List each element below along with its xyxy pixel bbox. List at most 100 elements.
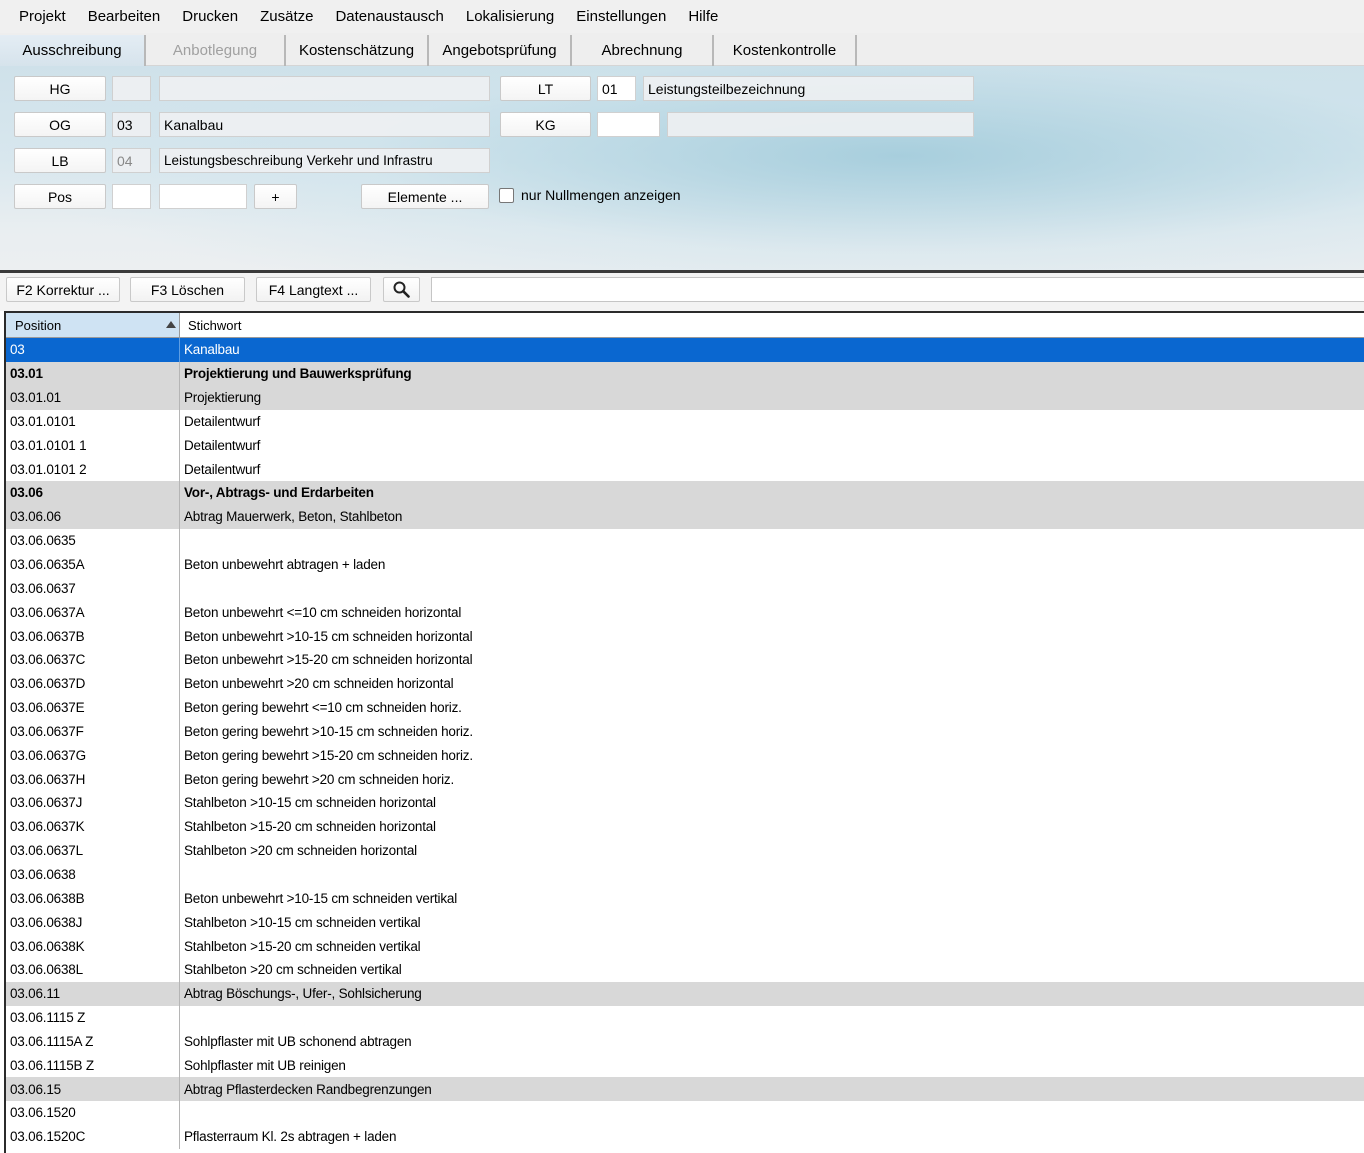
table-row[interactable]: 03.06.0637 xyxy=(6,576,1364,601)
table-row[interactable]: 03.01.0101 Detailentwurf xyxy=(6,409,1364,434)
table-row[interactable]: 03.06.0638K Stahlbeton >15-20 cm schneide… xyxy=(6,934,1364,958)
tab-ausschreibung[interactable]: Ausschreibung xyxy=(0,35,146,66)
og-name-field[interactable]: Kanalbau xyxy=(159,112,490,137)
table-row[interactable]: 03.06.1520C Pflasterraum Kl. 2s abtragen … xyxy=(6,1124,1364,1149)
menu-einstellungen[interactable]: Einstellungen xyxy=(565,0,677,33)
menu-datenaustausch[interactable]: Datenaustausch xyxy=(324,0,454,33)
lt-code-field[interactable]: 01 xyxy=(597,76,636,101)
cell-stichwort: Projektierung xyxy=(184,390,261,406)
cell-position: 03.06.0638L xyxy=(6,957,180,982)
tab-anbotlegung: Anbotlegung xyxy=(146,35,286,66)
table-row[interactable]: 03.06.1115 Z xyxy=(6,1005,1364,1030)
table-row[interactable]: 03.06.0637H Beton gering bewehrt >20 cm s… xyxy=(6,767,1364,792)
menu-zusaetze[interactable]: Zusätze xyxy=(249,0,324,33)
menu-drucken[interactable]: Drucken xyxy=(171,0,249,33)
table-row[interactable]: 03.06.0637A Beton unbewehrt <=10 cm schne… xyxy=(6,600,1364,625)
og-button[interactable]: OG xyxy=(14,112,106,137)
kg-button[interactable]: KG xyxy=(500,112,591,137)
table-row[interactable]: 03.01.01 Projektierung xyxy=(6,385,1364,410)
table-row[interactable]: 03.06.0637D Beton unbewehrt >20 cm schnei… xyxy=(6,671,1364,696)
cell-position: 03.01.0101 xyxy=(6,409,180,434)
cell-position: 03.06.0637K xyxy=(6,814,180,839)
lt-name-field[interactable]: Leistungsteilbezeichnung xyxy=(643,76,974,101)
cell-stichwort: Beton gering bewehrt >15-20 cm schneiden… xyxy=(184,747,473,763)
table-row[interactable]: 03.01 Projektierung und Bauwerksprüfung xyxy=(6,361,1364,386)
cell-position: 03 xyxy=(6,338,180,362)
lb-button[interactable]: LB xyxy=(14,148,106,173)
table-row[interactable]: 03.06.1115B Z Sohlpflaster mit UB reinige… xyxy=(6,1053,1364,1078)
search-input[interactable] xyxy=(431,277,1364,302)
korrektur-button[interactable]: F2 Korrektur ... xyxy=(6,277,120,302)
column-header-position[interactable]: Position xyxy=(6,313,180,337)
table-row[interactable]: 03.06.15 Abtrag Pflasterdecken Randbegren… xyxy=(6,1077,1364,1101)
table-row[interactable]: 03.06.11 Abtrag Böschungs-, Ufer-, Sohlsi… xyxy=(6,981,1364,1006)
cell-stichwort: Beton unbewehrt >10-15 cm schneiden hori… xyxy=(184,628,473,644)
tab-kostenkontrolle[interactable]: Kostenkontrolle xyxy=(714,35,857,66)
og-code-field[interactable]: 03 xyxy=(112,112,151,137)
table-row[interactable]: 03.06.0637C Beton unbewehrt >15-20 cm sch… xyxy=(6,647,1364,672)
pos-code-field[interactable] xyxy=(112,184,151,209)
table-row[interactable]: 03.06.0638 xyxy=(6,862,1364,887)
pos-button[interactable]: Pos xyxy=(14,184,106,209)
cell-position: 03.06.0638B xyxy=(6,886,180,911)
langtext-button[interactable]: F4 Langtext ... xyxy=(256,277,371,302)
cell-position: 03.06.0637G xyxy=(6,743,180,768)
table-row[interactable]: 03.06.0635 xyxy=(6,528,1364,553)
table-row[interactable]: 03.06.0637B Beton unbewehrt >10-15 cm sch… xyxy=(6,624,1364,648)
table-row[interactable]: 03.06.0637K Stahlbeton >15-20 cm schneide… xyxy=(6,814,1364,839)
table-row[interactable]: 03.06.0637L Stahlbeton >20 cm schneiden h… xyxy=(6,838,1364,863)
cell-stichwort: Sohlpflaster mit UB reinigen xyxy=(184,1057,346,1073)
table-row[interactable]: 03.01.0101 2 Detailentwurf xyxy=(6,457,1364,482)
menu-lokalisierung[interactable]: Lokalisierung xyxy=(455,0,565,33)
nullmengen-checkbox[interactable] xyxy=(499,188,514,203)
table-row[interactable]: 03.06.0638J Stahlbeton >10-15 cm schneide… xyxy=(6,910,1364,935)
tab-kostenschaetzung[interactable]: Kostenschätzung xyxy=(286,35,429,66)
hg-code-field[interactable] xyxy=(112,76,151,101)
menu-bearbeiten[interactable]: Bearbeiten xyxy=(77,0,172,33)
cell-stichwort: Detailentwurf xyxy=(184,461,261,477)
kg-code-field[interactable] xyxy=(597,112,660,137)
table-row[interactable]: 03.06.1520 xyxy=(6,1101,1364,1125)
cell-stichwort: Pflasterraum Kl. 2s abtragen + laden xyxy=(184,1129,397,1145)
cell-position: 03.06.0637 xyxy=(6,576,180,601)
kg-name-field[interactable] xyxy=(667,112,974,137)
tab-angebotspruefung[interactable]: Angebotsprüfung xyxy=(429,35,572,66)
cell-stichwort: Projektierung und Bauwerksprüfung xyxy=(184,366,412,382)
table-row[interactable]: 03.06.0637G Beton gering bewehrt >15-20 c… xyxy=(6,743,1364,768)
lb-name-field[interactable]: Leistungsbeschreibung Verkehr und Infras… xyxy=(159,148,490,173)
table-row[interactable]: 03.06 Vor-, Abtrags- und Erdarbeiten xyxy=(6,481,1364,505)
cell-stichwort: Beton gering bewehrt >10-15 cm schneiden… xyxy=(184,723,473,739)
pos-add-button[interactable]: + xyxy=(254,184,297,209)
menu-hilfe[interactable]: Hilfe xyxy=(677,0,729,33)
table-row[interactable]: 03.06.0637F Beton gering bewehrt >10-15 c… xyxy=(6,719,1364,744)
menu-projekt[interactable]: Projekt xyxy=(8,0,77,33)
table-row[interactable]: 03.01.0101 1 Detailentwurf xyxy=(6,433,1364,458)
hg-name-field[interactable] xyxy=(159,76,490,101)
table-row[interactable]: 03.06.1115A Z Sohlpflaster mit UB schonen… xyxy=(6,1029,1364,1054)
pos-number-field[interactable] xyxy=(159,184,247,209)
grid-rows: 03 Kanalbau 03.01 Projektierung und Bauwerk… xyxy=(6,338,1364,1149)
elemente-button[interactable]: Elemente ... xyxy=(361,184,489,209)
lt-button[interactable]: LT xyxy=(500,76,591,101)
search-button[interactable] xyxy=(383,277,420,302)
cell-stichwort: Stahlbeton >10-15 cm schneiden horizonta… xyxy=(184,795,436,811)
hg-button[interactable]: HG xyxy=(14,76,106,101)
cell-stichwort: Stahlbeton >15-20 cm schneiden vertikal xyxy=(184,938,421,954)
cell-stichwort: Beton gering bewehrt <=10 cm schneiden h… xyxy=(184,700,462,716)
table-row[interactable]: 03 Kanalbau xyxy=(6,338,1364,362)
table-row[interactable]: 03.06.0638B Beton unbewehrt >10-15 cm sch… xyxy=(6,886,1364,911)
column-header-stichwort[interactable]: Stichwort xyxy=(181,313,1361,337)
cell-stichwort: Abtrag Pflasterdecken Randbegrenzungen xyxy=(184,1081,432,1097)
cell-position: 03.06 xyxy=(6,481,180,505)
cell-stichwort xyxy=(181,1006,1361,1030)
lb-code-field[interactable]: 04 xyxy=(112,148,151,173)
table-row[interactable]: 03.06.0637J Stahlbeton >10-15 cm schneide… xyxy=(6,791,1364,815)
header-panel: HG OG 03 Kanalbau LB 04 Leistungsbeschre… xyxy=(0,66,1364,270)
table-row[interactable]: 03.06.06 Abtrag Mauerwerk, Beton, Stahlbe… xyxy=(6,504,1364,529)
loeschen-button[interactable]: F3 Löschen xyxy=(130,277,245,302)
table-row[interactable]: 03.06.0637E Beton gering bewehrt <=10 cm … xyxy=(6,695,1364,720)
cell-position: 03.06.0638K xyxy=(6,934,180,958)
table-row[interactable]: 03.06.0638L Stahlbeton >20 cm schneiden v… xyxy=(6,957,1364,982)
tab-abrechnung[interactable]: Abrechnung xyxy=(572,35,714,66)
table-row[interactable]: 03.06.0635A Beton unbewehrt abtragen + la… xyxy=(6,552,1364,577)
